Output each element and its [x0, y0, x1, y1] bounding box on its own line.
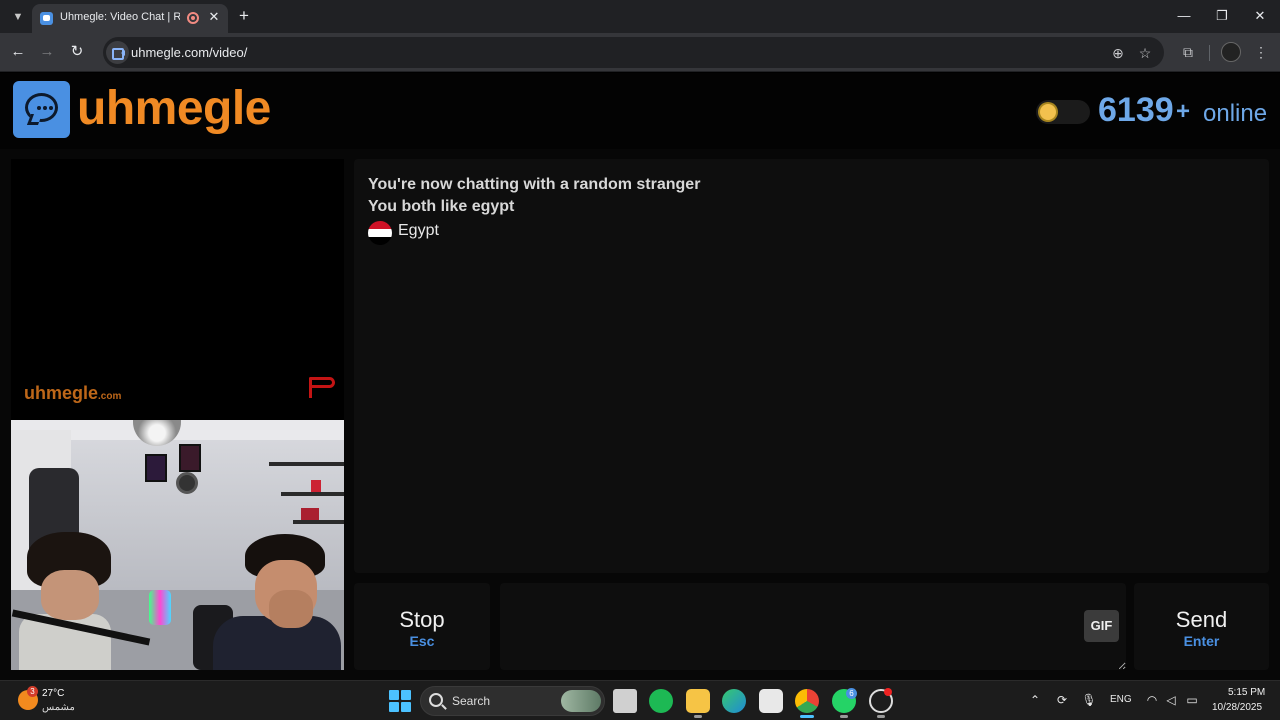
- task-view-icon[interactable]: [613, 689, 637, 713]
- search-icon: [429, 693, 443, 707]
- site-header: uhmegle 6139 + online: [0, 73, 1280, 149]
- spotify-icon[interactable]: [649, 689, 673, 713]
- running-indicator: [694, 715, 702, 718]
- reload-icon[interactable]: ↻: [67, 42, 87, 62]
- microsoft-store-icon[interactable]: [759, 689, 783, 713]
- report-flag-icon[interactable]: [308, 375, 338, 399]
- theme-toggle[interactable]: [1036, 100, 1090, 124]
- battery-icon[interactable]: ▭: [1184, 692, 1200, 708]
- url-text[interactable]: uhmegle.com/video/: [131, 45, 247, 60]
- chat-bubble-logo-icon[interactable]: [13, 81, 70, 138]
- running-indicator: [877, 715, 885, 718]
- send-label: Send: [1175, 607, 1228, 632]
- camera-permission-icon[interactable]: [106, 41, 129, 64]
- maximize-button[interactable]: ❐: [1210, 6, 1234, 26]
- stranger-country: Egypt: [398, 222, 439, 239]
- running-indicator: [840, 715, 848, 718]
- close-window-button[interactable]: ✕: [1248, 6, 1272, 26]
- windows-start-icon[interactable]: [389, 690, 411, 712]
- weather-description: مشمس: [42, 702, 75, 713]
- windows-taskbar: 3 27°C مشمس Search 6 ⌃ ⟳ 🎙 ENG ◠ ◁ ▭ 5:1…: [0, 680, 1280, 720]
- online-count: 6139: [1098, 91, 1174, 129]
- file-explorer-icon[interactable]: [686, 689, 710, 713]
- stop-shortcut: Esc: [409, 633, 435, 649]
- self-webcam-video: [11, 420, 344, 670]
- send-shortcut: Enter: [1183, 633, 1220, 649]
- extensions-puzzle-icon[interactable]: ⧉: [1178, 42, 1198, 62]
- tab-title: Uhmegle: Video Chat | Random: [60, 11, 180, 23]
- stop-button[interactable]: Stop Esc: [354, 583, 490, 670]
- clock-time[interactable]: 5:15 PM: [1228, 687, 1265, 698]
- whatsapp-badge: 6: [846, 688, 857, 699]
- wifi-icon[interactable]: ◠: [1144, 692, 1160, 708]
- stranger-video: uhmegle.com: [11, 159, 344, 420]
- search-label: Search: [452, 694, 491, 708]
- microphone-icon[interactable]: 🎙: [1081, 692, 1097, 708]
- chrome-icon[interactable]: [795, 689, 819, 713]
- minimize-button[interactable]: —: [1172, 6, 1196, 26]
- sync-icon[interactable]: ⟳: [1054, 692, 1070, 708]
- toolbar-divider: [1209, 45, 1210, 61]
- chat-log: You're now chatting with a random strang…: [354, 159, 1269, 573]
- browser-tab[interactable]: Uhmegle: Video Chat | Random ✕: [32, 4, 228, 33]
- edge-browser-icon[interactable]: [722, 689, 746, 713]
- notification-dot: [884, 688, 892, 696]
- bookmark-star-icon[interactable]: ☆: [1135, 43, 1155, 63]
- weather-temperature: 27°C: [42, 688, 65, 699]
- message-input[interactable]: [500, 583, 1126, 670]
- browser-tab-bar: ▼ Uhmegle: Video Chat | Random ✕ + — ❐ ✕: [0, 0, 1280, 33]
- stop-label: Stop: [399, 607, 445, 632]
- address-bar[interactable]: uhmegle.com/video/ ⊕ ☆: [103, 37, 1164, 68]
- tab-close-icon[interactable]: ✕: [206, 9, 222, 25]
- taskbar-search[interactable]: Search: [420, 686, 605, 716]
- more-menu-icon[interactable]: ⋮: [1251, 42, 1271, 62]
- recording-indicator-icon: [187, 12, 199, 24]
- volume-icon[interactable]: ◁: [1163, 692, 1179, 708]
- common-interest-message: You both like egypt: [368, 198, 515, 215]
- clock-date[interactable]: 10/28/2025: [1212, 702, 1262, 713]
- tab-list-chevron-down-icon[interactable]: ▼: [8, 7, 28, 27]
- weather-badge: 3: [27, 686, 38, 697]
- online-label: online: [1203, 100, 1268, 127]
- chevron-up-icon[interactable]: ⌃: [1027, 692, 1043, 708]
- uhmegle-favicon-icon: [40, 12, 53, 25]
- online-plus: +: [1176, 98, 1191, 125]
- video-watermark: uhmegle.com: [24, 383, 122, 403]
- new-tab-button[interactable]: +: [234, 6, 254, 26]
- zoom-icon[interactable]: ⊕: [1108, 43, 1128, 63]
- system-message: You're now chatting with a random strang…: [368, 176, 701, 193]
- gif-button[interactable]: GIF: [1084, 610, 1119, 642]
- site-logo-text[interactable]: uhmegle: [77, 81, 271, 136]
- browser-toolbar: ← → ↻ uhmegle.com/video/ ⊕ ☆ ⧉ ⋮: [0, 33, 1280, 72]
- sun-icon: [1040, 104, 1056, 120]
- profile-avatar[interactable]: [1221, 42, 1241, 62]
- language-indicator[interactable]: ENG: [1110, 694, 1132, 705]
- search-highlight-image: [561, 690, 601, 712]
- uhmegle-page: uhmegle 6139 + online uhmegle.com You're…: [0, 73, 1280, 680]
- back-arrow-icon[interactable]: ←: [8, 42, 28, 62]
- forward-arrow-icon[interactable]: →: [37, 42, 57, 62]
- active-app-indicator: [800, 715, 814, 718]
- egypt-flag-icon: [368, 221, 392, 245]
- send-button[interactable]: Send Enter: [1134, 583, 1269, 670]
